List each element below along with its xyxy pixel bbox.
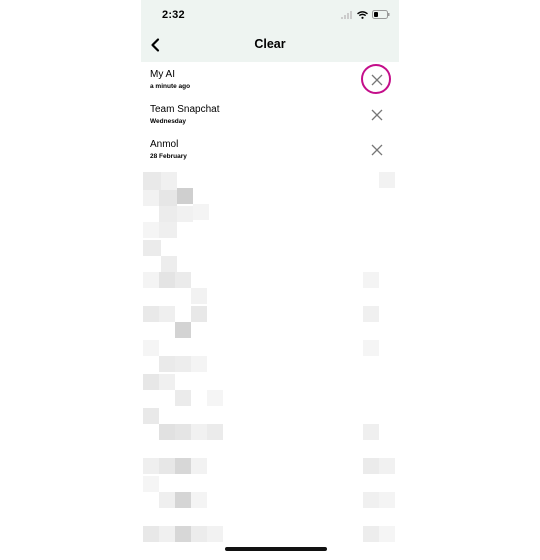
chat-name: My AI (150, 69, 176, 80)
chat-row-anmol: Anmol 28 February (150, 139, 390, 171)
highlight-circle (361, 64, 391, 94)
home-indicator[interactable] (225, 547, 327, 551)
wifi-icon (357, 10, 368, 19)
battery-icon (372, 10, 390, 19)
chat-time: a minute ago (150, 83, 191, 90)
status-icons (341, 10, 390, 19)
page-title: Clear (254, 37, 286, 51)
chat-name: Anmol (150, 139, 179, 150)
header-bar: 2:32 Clear (141, 0, 399, 62)
pixelated-chat-list (143, 172, 395, 542)
phone-screen: 2:32 Clear My AI a minute ago Team Snapc… (141, 0, 399, 560)
chat-time: 28 February (150, 153, 187, 160)
status-time: 2:32 (162, 9, 185, 21)
chat-name: Team Snapchat (150, 104, 220, 115)
chat-time: Wednesday (150, 118, 187, 125)
cellular-signal-icon (341, 10, 352, 19)
chat-row-team-snapchat: Team Snapchat Wednesday (150, 104, 390, 136)
clear-icon[interactable] (368, 141, 386, 159)
clear-icon[interactable] (368, 106, 386, 124)
chat-row-my-ai: My AI a minute ago (150, 69, 390, 101)
